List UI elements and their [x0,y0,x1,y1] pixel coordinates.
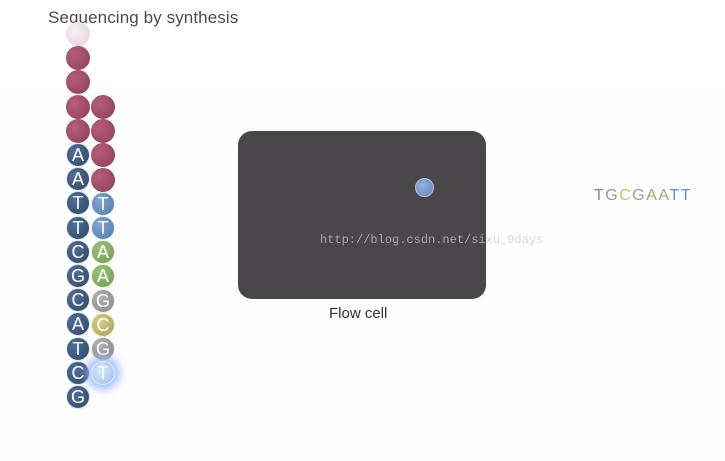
template-base-C: C [66,360,90,385]
flow-cell-label: Flow cell [329,305,388,322]
synthesized-base-A: A [91,264,115,289]
adapter-bead [66,118,90,143]
adapter-bead [66,22,90,46]
adapter-bead [66,46,90,71]
flow-cell [238,131,486,299]
read-letter: A [646,187,659,204]
synthesized-base-T: T [91,216,115,240]
adapter-bead [66,94,90,119]
adapter-bead [91,167,115,192]
read-letter: A [658,187,670,204]
adapter-bead [66,70,90,95]
synthesized-base-C: C [91,312,115,337]
read-letter: G [605,187,620,204]
synthesized-base-G: G [91,288,115,313]
read-letter: G [632,187,647,204]
cluster-dot [415,178,434,197]
template-base-G: G [66,264,90,288]
read-sequence: TGCGAATT [594,187,692,205]
template-base-A: A [66,312,90,337]
watermark: http://blog.csdn.net/sixu_9days [320,233,544,247]
read-letter: C [619,187,633,204]
adapter-bead [91,119,115,144]
template-base-C: C [66,288,90,313]
incorporating-base: T [91,361,115,386]
sequencing-diagram: Sequencing by synthesis AATTCGCATCG TTAA… [0,0,725,461]
template-base-G: G [66,385,90,409]
adapter-bead [91,143,115,168]
synthesized-base-T: T [91,191,115,216]
synthesized-base-G: G [91,337,115,361]
template-base-T: T [66,191,90,216]
template-base-T: T [66,215,90,240]
read-letter: T [669,187,681,204]
template-base-C: C [66,239,90,264]
template-base-A: A [66,167,90,192]
synthesized-base-A: A [91,240,115,265]
adapter-bead [91,95,115,119]
read-letter: T [594,187,606,204]
template-base-A: A [66,143,90,167]
read-letter: T [680,187,692,204]
template-base-T: T [66,336,90,361]
